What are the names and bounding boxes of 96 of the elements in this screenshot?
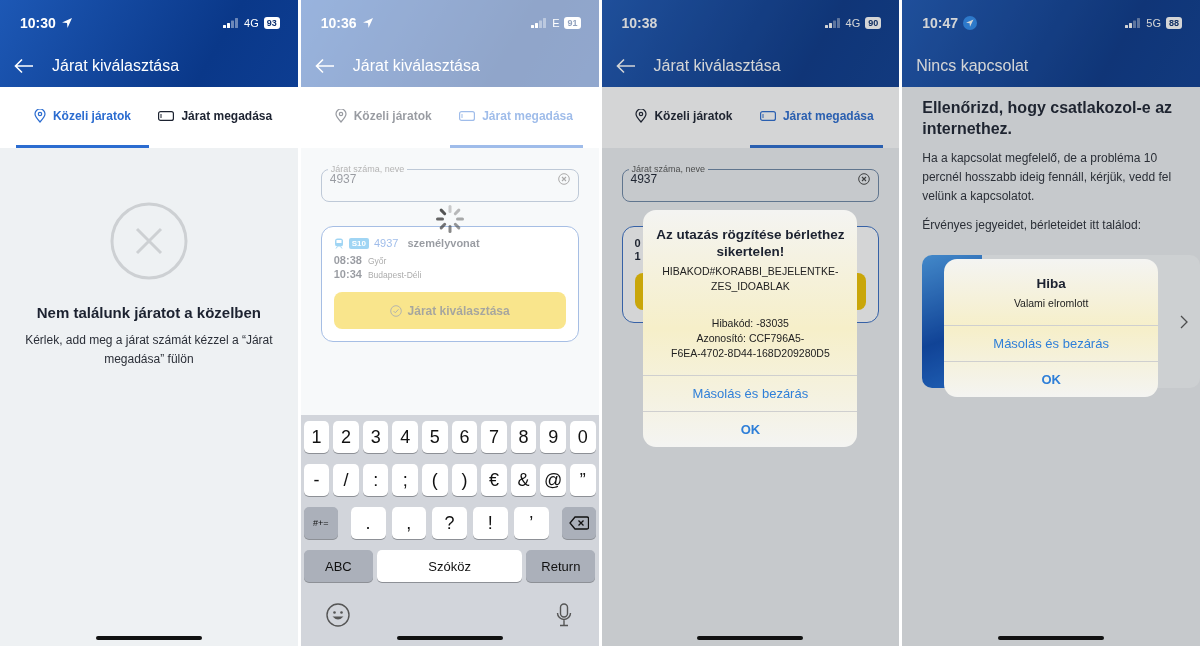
status-time: 10:30 [20, 15, 56, 31]
network-label: 4G [244, 17, 259, 29]
microphone-icon[interactable] [555, 603, 572, 627]
empty-state-title: Nem találunk járatot a közelben [36, 304, 261, 321]
emoji-icon[interactable] [325, 603, 350, 627]
status-time: 10:47 [922, 15, 959, 31]
alert-button[interactable]: Másolás és bezárás [643, 374, 858, 411]
field-label: Járat száma, neve [329, 164, 406, 174]
x-circle-icon [109, 202, 188, 280]
clear-button[interactable] [858, 173, 871, 185]
alert-message: HIBAKOD#KORABBI_BEJELENTKE- ZES_IDOABLAK [661, 263, 840, 294]
key[interactable]: ABC [303, 550, 373, 582]
key[interactable]: : [362, 464, 389, 496]
status-time: 10:36 [320, 15, 357, 31]
tab[interactable]: Járat megadása [148, 87, 282, 148]
key[interactable]: - [303, 464, 330, 496]
offline-message: Ha a kapcsolat megfelelő, de a probléma 10 percnél hosszabb ideig fennáll, kérjük, vedd fel velünk a kapcsolatot. [922, 150, 1173, 205]
screen-title: Járat kiválasztása [653, 56, 781, 75]
screen-title: Nincs kapcsolat [916, 56, 1029, 75]
back-button[interactable] [615, 57, 636, 74]
pin-icon [33, 109, 46, 123]
card-icon [459, 111, 476, 121]
card-icon [759, 111, 776, 121]
check-circle-icon [389, 304, 402, 317]
back-button[interactable] [14, 57, 34, 74]
stop-time: 1 [634, 250, 641, 263]
train-type: személyvonat [407, 237, 480, 249]
screen-title: Járat kiválasztása [352, 56, 480, 75]
stop-time: 10:34 [333, 268, 362, 281]
network-label: 4G [845, 17, 861, 29]
offline-message: Érvényes jegyeidet, bérleteidet itt találod: [922, 216, 1143, 234]
alert-message: Valami elromlott [1012, 296, 1090, 311]
chevron-right-icon [1180, 314, 1188, 329]
loading-spinner-icon [434, 204, 465, 234]
key[interactable]: 7 [481, 421, 507, 453]
empty-state-message: Kérlek, add meg a járat számát kézzel a “Járat megadása” fülön [24, 332, 274, 368]
key[interactable]: ) [451, 464, 478, 496]
train-icon [333, 237, 344, 249]
tab[interactable]: Járat megadása [750, 87, 884, 148]
key[interactable]: & [510, 464, 537, 496]
key[interactable]: 5 [422, 421, 448, 453]
alert-button[interactable]: Másolás és bezárás [944, 325, 1159, 361]
key[interactable]: 3 [362, 421, 389, 453]
battery-indicator: 91 [564, 17, 581, 29]
key[interactable]: ” [569, 464, 596, 496]
key[interactable]: ’ [513, 507, 549, 539]
stop-time: 08:38 [333, 254, 362, 267]
tab[interactable]: Közeli járatok [16, 87, 149, 148]
alert-title: Hiba [1035, 275, 1067, 292]
key[interactable]: / [333, 464, 359, 496]
card-icon [158, 111, 175, 121]
alert-button[interactable]: OK [944, 361, 1159, 397]
field-label: Járat száma, neve [631, 164, 707, 174]
signal-icon [223, 18, 240, 28]
key[interactable]: 6 [451, 421, 478, 453]
battery-indicator: 93 [263, 17, 280, 29]
key[interactable]: ( [422, 464, 448, 496]
key[interactable]: , [391, 507, 427, 539]
key[interactable]: ! [473, 507, 508, 539]
backspace-key[interactable] [561, 507, 596, 539]
key[interactable]: Return [526, 550, 596, 582]
key[interactable]: 9 [540, 421, 566, 453]
key[interactable]: 0 [569, 421, 596, 453]
train-number: 4937 [374, 237, 399, 249]
pin-icon [635, 109, 648, 123]
network-label: 5G [1146, 17, 1161, 29]
flight-number-field[interactable]: Járat száma, neve 4937 [621, 164, 880, 202]
space-key[interactable]: Szóköz [376, 550, 523, 582]
status-time: 10:38 [621, 15, 658, 31]
alert-title: Az utazás rögzítése bérlethez sikertelen! [655, 225, 846, 260]
stop-time: 0 [634, 237, 641, 250]
key[interactable]: 4 [392, 421, 419, 453]
screen-title: Járat kiválasztása [52, 56, 180, 75]
alert-button[interactable]: OK [643, 410, 858, 447]
pin-icon [334, 109, 347, 123]
network-label: E [552, 17, 560, 29]
key[interactable]: . [350, 507, 386, 539]
alert-message: Hibakód: -83035 Azonosító: CCF796A5- F6EA-4702-8D44-168D209280D5 [670, 315, 831, 361]
key[interactable]: #+= [303, 507, 338, 539]
key[interactable]: 8 [510, 421, 537, 453]
battery-indicator: 88 [1166, 17, 1182, 29]
station-name: Budapest-Déli [367, 269, 422, 282]
key[interactable]: ; [392, 464, 419, 496]
location-arrow-icon [60, 17, 73, 29]
station-name: Győr [367, 255, 387, 268]
key[interactable]: 2 [333, 421, 359, 453]
line-badge: S10 [348, 237, 369, 249]
key[interactable]: ? [432, 507, 467, 539]
backspace-icon [568, 516, 589, 530]
tab[interactable]: Közeli járatok [617, 87, 751, 148]
key[interactable]: 1 [303, 421, 330, 453]
offline-heading: Ellenőrizd, hogy csatlakozol-e az internethez. [922, 98, 1174, 139]
location-arrow-icon [361, 17, 374, 29]
battery-indicator: 90 [865, 17, 882, 29]
key[interactable]: € [481, 464, 507, 496]
key[interactable]: @ [540, 464, 566, 496]
